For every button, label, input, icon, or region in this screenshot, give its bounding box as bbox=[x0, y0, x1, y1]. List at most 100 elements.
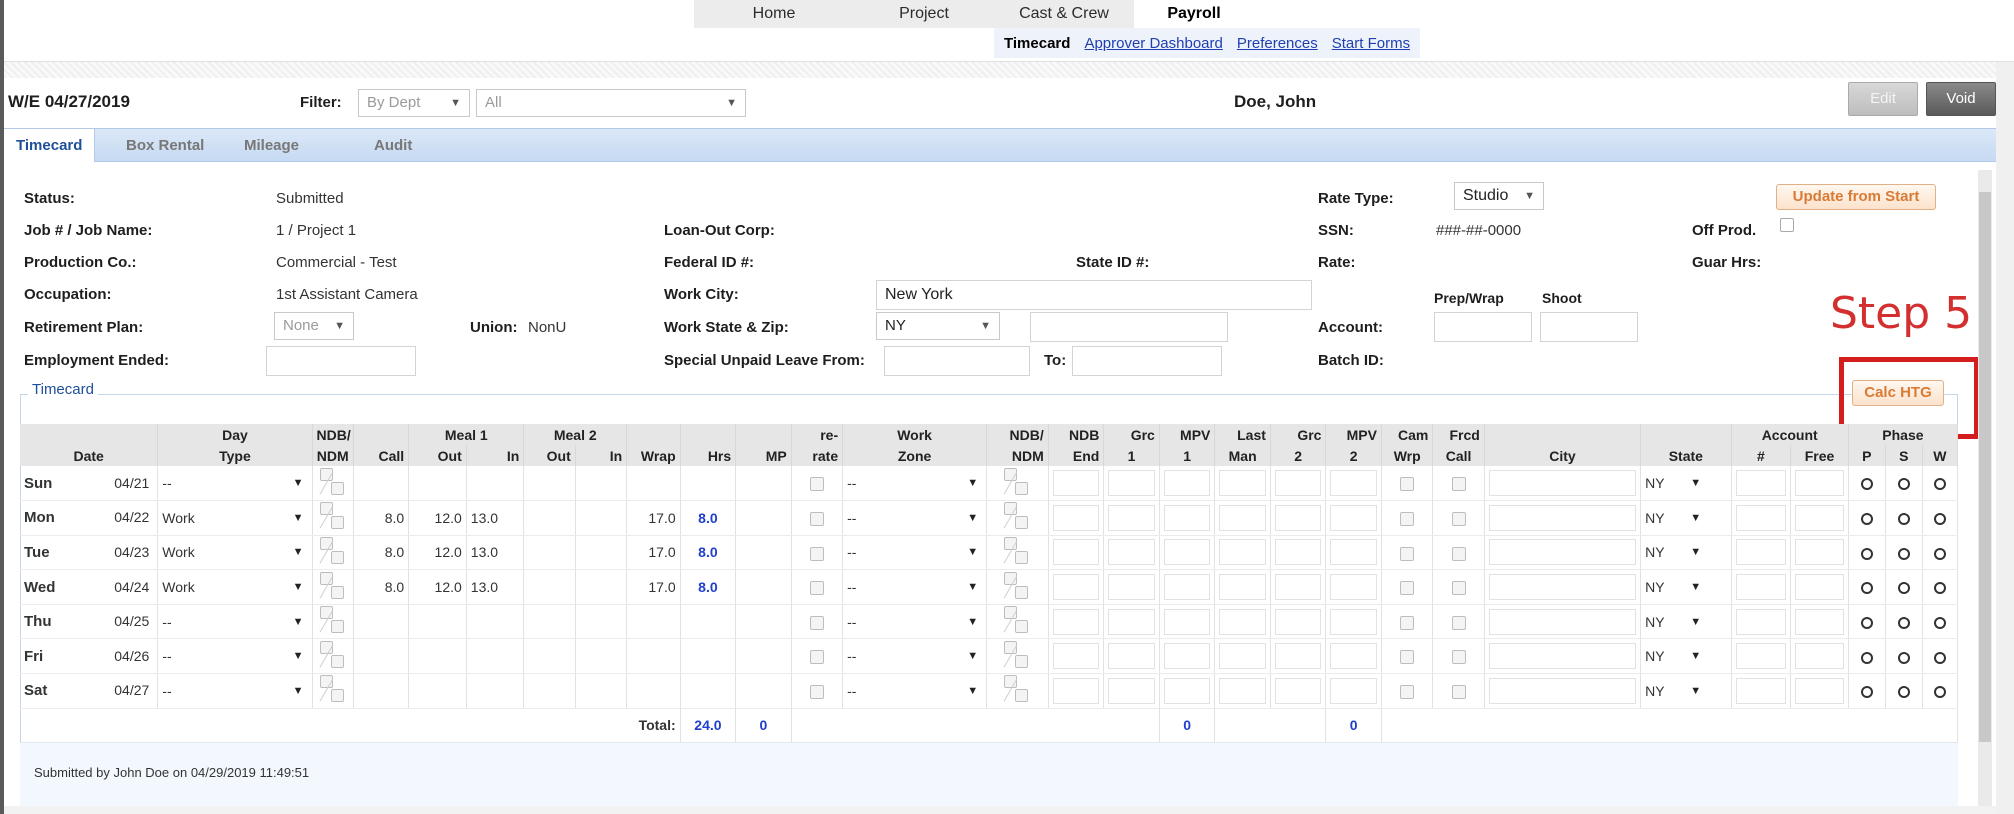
call-cell[interactable]: 8.0 bbox=[353, 535, 410, 571]
meal2-out-cell[interactable] bbox=[523, 604, 576, 640]
ndb-ndm-toggle[interactable] bbox=[319, 606, 346, 634]
retirement-plan-select[interactable]: None ▼ bbox=[274, 312, 354, 340]
meal2-in-cell[interactable] bbox=[575, 569, 628, 605]
frcd-call-checkbox[interactable] bbox=[1451, 615, 1466, 630]
time-input[interactable] bbox=[1108, 643, 1155, 670]
time-input[interactable] bbox=[1163, 608, 1211, 635]
time-input[interactable] bbox=[1052, 574, 1100, 601]
time-input[interactable] bbox=[1330, 677, 1377, 704]
call-cell[interactable] bbox=[353, 673, 410, 709]
meal1-in-cell[interactable] bbox=[466, 673, 525, 709]
account-shoot-input[interactable] bbox=[1540, 312, 1638, 342]
work-city-input[interactable]: New York bbox=[876, 280, 1312, 310]
time-input[interactable] bbox=[1330, 470, 1377, 497]
time-input[interactable] bbox=[1052, 539, 1100, 566]
time-input[interactable] bbox=[1219, 470, 1266, 497]
cam-wrp-checkbox[interactable] bbox=[1400, 615, 1415, 630]
wrap-cell[interactable] bbox=[626, 638, 681, 675]
work-zone-select[interactable]: -- ▼ bbox=[847, 575, 982, 599]
page-scrollbar[interactable] bbox=[1996, 62, 2014, 814]
account-num-input[interactable] bbox=[1735, 470, 1787, 497]
phase-p-radio[interactable] bbox=[1860, 513, 1873, 526]
free-input[interactable] bbox=[1795, 677, 1844, 704]
state-select[interactable]: NY ▼ bbox=[1645, 610, 1705, 634]
time-input[interactable] bbox=[1163, 470, 1211, 497]
work-zip-input[interactable] bbox=[1030, 312, 1228, 342]
wrap-cell[interactable] bbox=[626, 673, 681, 709]
free-input[interactable] bbox=[1795, 470, 1844, 497]
call-cell[interactable]: 8.0 bbox=[353, 569, 410, 605]
update-from-start-button[interactable]: Update from Start bbox=[1776, 184, 1936, 210]
ndb-ndm-toggle[interactable] bbox=[1003, 502, 1030, 530]
frcd-call-checkbox[interactable] bbox=[1451, 581, 1466, 596]
time-input[interactable] bbox=[1163, 504, 1211, 531]
ndb-ndm-toggle[interactable] bbox=[1003, 675, 1030, 703]
phase-w-radio[interactable] bbox=[1933, 651, 1946, 664]
tab-timecard[interactable]: Timecard bbox=[4, 129, 96, 163]
nav-tab-payroll[interactable]: Payroll bbox=[1134, 0, 1254, 28]
nav-tab-home[interactable]: Home bbox=[694, 0, 854, 28]
time-input[interactable] bbox=[1274, 470, 1322, 497]
ndb-ndm-toggle[interactable] bbox=[1003, 606, 1030, 634]
time-input[interactable] bbox=[1274, 643, 1322, 670]
filter-value-select[interactable]: All ▼ bbox=[476, 89, 746, 117]
call-cell[interactable] bbox=[353, 466, 410, 502]
time-input[interactable] bbox=[1108, 574, 1155, 601]
rerate-checkbox[interactable] bbox=[809, 546, 824, 561]
account-num-input[interactable] bbox=[1735, 677, 1787, 704]
free-input[interactable] bbox=[1795, 608, 1844, 635]
meal2-out-cell[interactable] bbox=[523, 569, 576, 605]
ndb-ndm-toggle[interactable] bbox=[319, 640, 346, 669]
cam-wrp-checkbox[interactable] bbox=[1400, 477, 1415, 492]
call-cell[interactable]: 8.0 bbox=[353, 500, 410, 536]
filter-dept-select[interactable]: By Dept ▼ bbox=[358, 89, 470, 117]
account-num-input[interactable] bbox=[1735, 574, 1787, 601]
meal1-in-cell[interactable]: 13.0 bbox=[466, 569, 525, 605]
ndb-ndm-toggle[interactable] bbox=[1003, 536, 1030, 565]
day-type-select[interactable]: -- ▼ bbox=[162, 610, 307, 634]
call-cell[interactable] bbox=[353, 638, 410, 675]
frcd-call-checkbox[interactable] bbox=[1451, 477, 1466, 492]
city-input[interactable] bbox=[1488, 470, 1637, 497]
wrap-cell[interactable]: 17.0 bbox=[626, 569, 681, 605]
ndb-ndm-toggle[interactable] bbox=[319, 536, 346, 565]
state-select[interactable]: NY ▼ bbox=[1645, 506, 1705, 530]
time-input[interactable] bbox=[1330, 574, 1377, 601]
time-input[interactable] bbox=[1108, 539, 1155, 566]
time-input[interactable] bbox=[1052, 677, 1100, 704]
rerate-checkbox[interactable] bbox=[809, 512, 824, 527]
meal1-in-cell[interactable]: 13.0 bbox=[466, 535, 525, 571]
day-type-select[interactable]: Work ▼ bbox=[162, 575, 307, 599]
ndb-ndm-toggle[interactable] bbox=[1003, 467, 1030, 496]
day-type-select[interactable]: Work ▼ bbox=[162, 506, 307, 530]
time-input[interactable] bbox=[1274, 539, 1322, 566]
work-zone-select[interactable]: -- ▼ bbox=[847, 679, 982, 703]
frcd-call-checkbox[interactable] bbox=[1451, 546, 1466, 561]
phase-p-radio[interactable] bbox=[1860, 651, 1873, 664]
phase-p-radio[interactable] bbox=[1860, 582, 1873, 595]
phase-p-radio[interactable] bbox=[1860, 547, 1873, 560]
cam-wrp-checkbox[interactable] bbox=[1400, 581, 1415, 596]
frcd-call-checkbox[interactable] bbox=[1451, 685, 1466, 699]
meal2-in-cell[interactable] bbox=[575, 466, 628, 502]
meal1-out-cell[interactable]: 12.0 bbox=[408, 500, 467, 536]
meal1-in-cell[interactable]: 13.0 bbox=[466, 500, 525, 536]
cam-wrp-checkbox[interactable] bbox=[1400, 685, 1415, 699]
time-input[interactable] bbox=[1274, 574, 1322, 601]
tab-mileage[interactable]: Mileage bbox=[232, 129, 311, 162]
city-input[interactable] bbox=[1488, 643, 1637, 670]
unpaid-leave-to-input[interactable] bbox=[1072, 346, 1222, 376]
meal2-in-cell[interactable] bbox=[575, 604, 628, 640]
phase-s-radio[interactable] bbox=[1897, 651, 1910, 664]
work-zone-select[interactable]: -- ▼ bbox=[847, 540, 982, 564]
day-type-select[interactable]: -- ▼ bbox=[162, 679, 307, 703]
void-button[interactable]: Void bbox=[1926, 82, 1996, 116]
time-input[interactable] bbox=[1052, 470, 1100, 497]
phase-p-radio[interactable] bbox=[1860, 686, 1873, 699]
meal2-out-cell[interactable] bbox=[523, 673, 576, 709]
phase-w-radio[interactable] bbox=[1933, 478, 1946, 491]
time-input[interactable] bbox=[1108, 504, 1155, 531]
work-zone-select[interactable]: -- ▼ bbox=[847, 610, 982, 634]
time-input[interactable] bbox=[1219, 574, 1266, 601]
tab-audit[interactable]: Audit bbox=[362, 129, 424, 162]
